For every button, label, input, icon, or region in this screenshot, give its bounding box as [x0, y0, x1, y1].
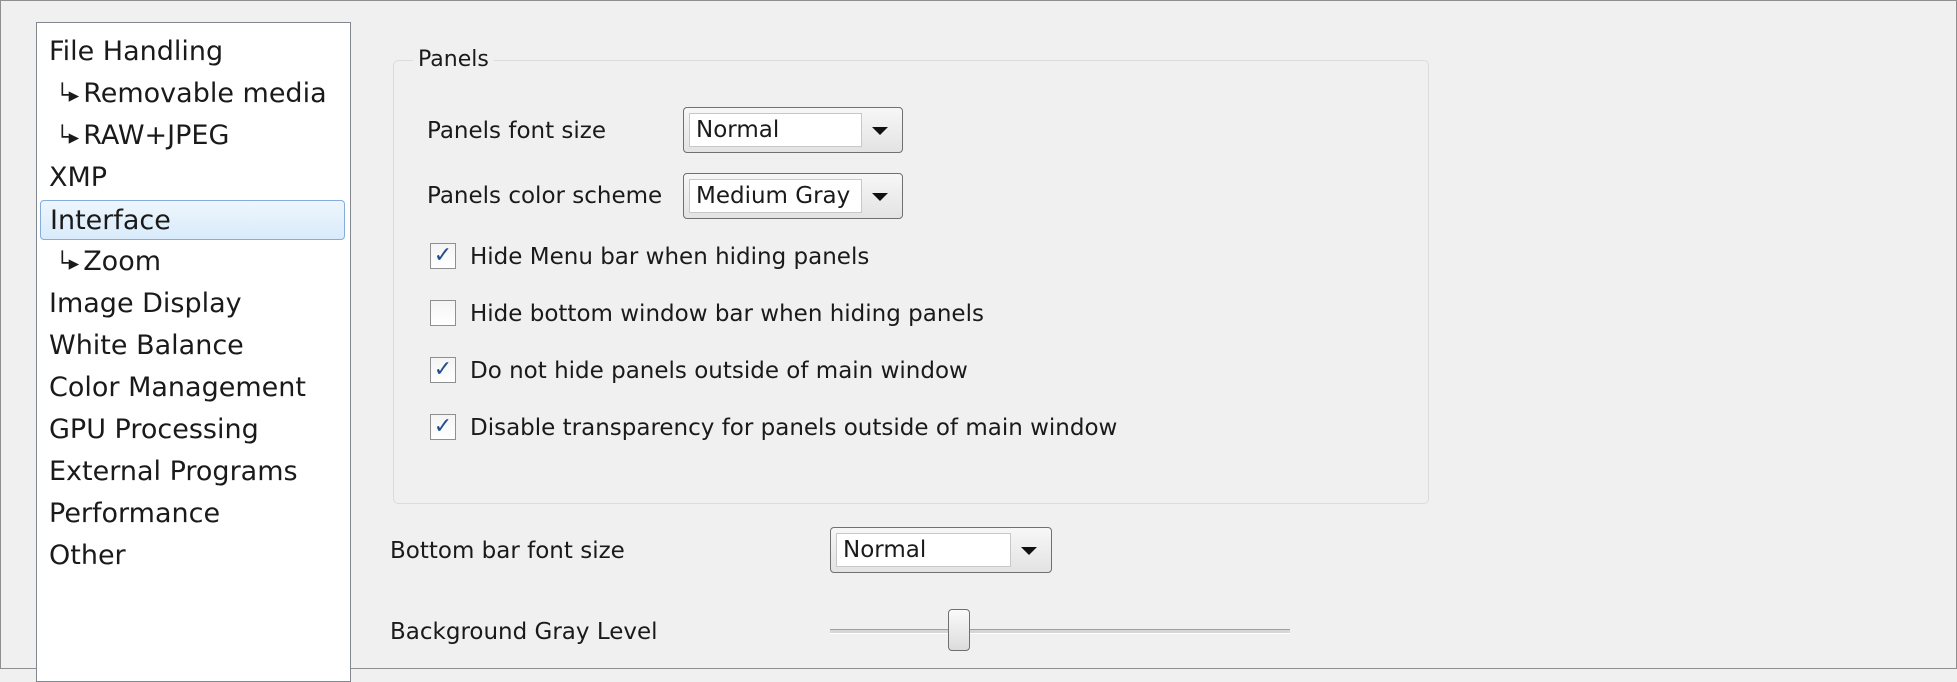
sidebar-item-label: GPU Processing: [49, 414, 259, 445]
sidebar-item-label: RAW+JPEG: [83, 120, 230, 151]
checkmark-icon: ✓: [433, 414, 453, 439]
sidebar-item-other[interactable]: Other: [40, 536, 345, 576]
sidebar-item-performance[interactable]: Performance: [40, 494, 345, 534]
bottom-bar-font-size-dropdown[interactable]: Normal: [830, 527, 1052, 573]
background-gray-slider-track[interactable]: [830, 629, 1290, 634]
panels-font-size-dropdown[interactable]: Normal: [683, 107, 903, 153]
sidebar-item-raw-jpeg[interactable]: └▸ RAW+JPEG: [40, 116, 345, 156]
checkbox-label: Hide Menu bar when hiding panels: [470, 244, 870, 270]
sidebar-item-interface[interactable]: Interface: [40, 200, 345, 240]
sidebar-item-label: Color Management: [49, 372, 306, 403]
checkbox-box[interactable]: ✓: [430, 243, 456, 269]
sidebar-item-label: Zoom: [83, 246, 162, 277]
panels-color-scheme-dropdown[interactable]: Medium Gray: [683, 173, 903, 219]
panels-font-size-label: Panels font size: [427, 118, 607, 144]
sidebar-item-label: White Balance: [49, 330, 244, 361]
background-gray-slider-thumb[interactable]: [948, 609, 970, 651]
chevron-down-icon: [1021, 547, 1037, 555]
child-arrow-icon: └▸: [56, 125, 80, 149]
dropdown-value: Normal: [689, 113, 862, 147]
panels-color-scheme-label: Panels color scheme: [427, 183, 663, 209]
sidebar-item-label: Interface: [50, 205, 171, 236]
sidebar-item-label: Removable media: [83, 78, 327, 109]
checkbox-box[interactable]: ✓: [430, 414, 456, 440]
sidebar-item-label: File Handling: [49, 36, 224, 67]
dropdown-value: Medium Gray: [689, 179, 862, 213]
sidebar-item-label: External Programs: [49, 456, 298, 487]
checkmark-icon: ✓: [433, 357, 453, 382]
background-gray-level-label: Background Gray Level: [390, 619, 658, 645]
sidebar-item-label: Performance: [49, 498, 221, 529]
sidebar-item-label: Image Display: [49, 288, 242, 319]
sidebar-item-color-management[interactable]: Color Management: [40, 368, 345, 408]
checkbox-label: Disable transparency for panels outside …: [470, 415, 1118, 441]
sidebar-item-gpu-processing[interactable]: GPU Processing: [40, 410, 345, 450]
sidebar-item-zoom[interactable]: └▸ Zoom: [40, 242, 345, 282]
chevron-down-icon: [872, 127, 888, 135]
checkbox-box[interactable]: ✓: [430, 300, 456, 326]
sidebar-item-file-handling[interactable]: File Handling: [40, 32, 345, 72]
chevron-down-icon: [872, 193, 888, 201]
child-arrow-icon: └▸: [56, 83, 80, 107]
sidebar-item-xmp[interactable]: XMP: [40, 158, 345, 198]
sidebar-item-external-programs[interactable]: External Programs: [40, 452, 345, 492]
bottom-bar-font-size-label: Bottom bar font size: [390, 538, 625, 564]
child-arrow-icon: └▸: [56, 251, 80, 275]
sidebar-item-white-balance[interactable]: White Balance: [40, 326, 345, 366]
checkbox-label: Hide bottom window bar when hiding panel…: [470, 301, 984, 327]
checkmark-icon: ✓: [433, 243, 453, 268]
checkbox-label: Do not hide panels outside of main windo…: [470, 358, 968, 384]
sidebar-item-label: Other: [49, 540, 126, 571]
sidebar-item-removable-media[interactable]: └▸ Removable media: [40, 74, 345, 114]
panels-group-title: Panels: [413, 46, 494, 74]
sidebar-item-image-display[interactable]: Image Display: [40, 284, 345, 324]
sidebar-item-label: XMP: [49, 162, 108, 193]
category-list[interactable]: File Handling └▸ Removable media └▸ RAW+JP…: [36, 22, 351, 682]
checkbox-box[interactable]: ✓: [430, 357, 456, 383]
dropdown-value: Normal: [836, 533, 1011, 567]
